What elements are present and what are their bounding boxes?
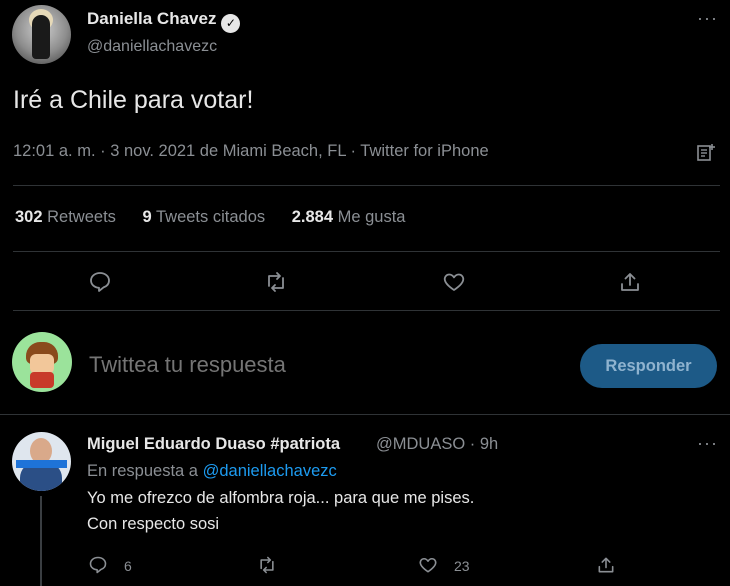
author-avatar[interactable]: [12, 5, 71, 64]
tweet-stats: 302 Retweets 9 Tweets citados 2.884 Me g…: [15, 208, 427, 227]
likes-label: Me gusta: [337, 208, 406, 226]
reply-button[interactable]: Responder: [580, 344, 717, 388]
avatar-body: [30, 372, 54, 388]
quotes-label: Tweets citados: [155, 208, 266, 226]
reply-input[interactable]: [89, 352, 549, 378]
retweets-count: 302: [15, 208, 43, 226]
reply-reply-icon[interactable]: [88, 555, 108, 575]
reply-author-name[interactable]: Miguel Eduardo Duaso #patriota: [87, 435, 340, 454]
reply-count: 6: [124, 558, 132, 574]
author-handle[interactable]: @daniellachavezc: [87, 38, 217, 56]
author-name-text[interactable]: Daniella Chavez: [87, 9, 216, 28]
reply-like-icon[interactable]: [418, 555, 438, 575]
reply-share-icon[interactable]: [596, 555, 616, 575]
divider: [13, 251, 720, 252]
retweet-icon[interactable]: [264, 270, 288, 294]
reply-author-avatar[interactable]: [12, 432, 71, 491]
divider: [13, 185, 720, 186]
quotes-stat[interactable]: 9 Tweets citados: [143, 208, 266, 226]
analytics-icon[interactable]: [697, 141, 715, 163]
divider: [13, 310, 720, 311]
in-reply-to: En respuesta a @daniellachavezc: [87, 462, 337, 481]
in-reply-mention-link[interactable]: @daniellachavezc: [203, 462, 337, 480]
reply-more-options-icon[interactable]: ···: [697, 433, 718, 454]
like-icon[interactable]: [442, 270, 466, 294]
thread-line: [40, 496, 42, 586]
avatar-face: [30, 354, 54, 374]
reply-author-handle-time[interactable]: @MDUASO · 9h: [376, 435, 498, 454]
reply-icon[interactable]: [88, 270, 112, 294]
tweet-meta: 12:01 a. m. · 3 nov. 2021 de Miami Beach…: [13, 142, 489, 160]
author-name[interactable]: Daniella Chavez ✓: [87, 9, 241, 33]
divider: [0, 414, 730, 415]
reply-text-line-2: Con respecto sosi: [87, 515, 220, 533]
user-avatar[interactable]: [12, 332, 72, 392]
reply-text-line-1: Yo me ofrezco de alfombra roja... para q…: [87, 489, 475, 507]
share-icon[interactable]: [618, 270, 642, 294]
likes-count: 2.884: [291, 208, 334, 226]
avatar-banner: [16, 460, 67, 468]
retweets-label: Retweets: [47, 208, 116, 226]
reply-retweet-icon[interactable]: [257, 555, 277, 575]
verified-badge-icon: ✓: [221, 14, 241, 33]
more-options-icon[interactable]: ···: [697, 8, 718, 29]
avatar-figure: [32, 15, 50, 59]
like-count: 23: [454, 558, 470, 574]
likes-stat[interactable]: 2.884 Me gusta: [292, 208, 406, 226]
retweets-stat[interactable]: 302 Retweets: [15, 208, 116, 226]
quotes-count: 9: [142, 208, 152, 226]
in-reply-prefix: En respuesta a: [87, 462, 198, 480]
tweet-text: Iré a Chile para votar!: [13, 86, 254, 114]
